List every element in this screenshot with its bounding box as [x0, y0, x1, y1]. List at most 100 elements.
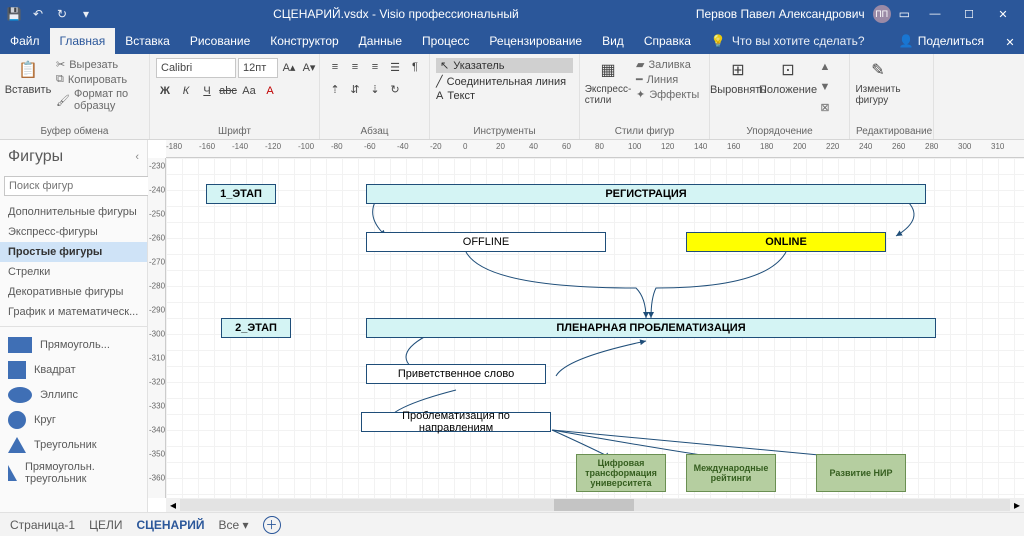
qat-more-icon[interactable]: ▾ — [76, 4, 96, 24]
shape-welcome[interactable]: Приветственное слово — [366, 364, 546, 384]
shape-dir2[interactable]: Международные рейтинги — [686, 454, 776, 492]
format-painter-button[interactable]: 🖌Формат по образцу — [56, 88, 143, 112]
font-size-select[interactable]: 12пт — [238, 58, 278, 78]
tab-review[interactable]: Рецензирование — [479, 28, 592, 54]
ellipse-icon — [8, 387, 32, 403]
text-tool[interactable]: AТекст — [436, 90, 573, 102]
shape-stage1[interactable]: 1_ЭТАП — [206, 184, 276, 204]
stencil-category[interactable]: График и математическ... — [0, 302, 147, 322]
close-button[interactable]: ✕ — [986, 0, 1020, 28]
shape-triangle[interactable]: Треугольник — [2, 433, 145, 457]
connector-tool[interactable]: ╱Соединительная линия — [436, 75, 573, 88]
shape-circle[interactable]: Круг — [2, 407, 145, 433]
redo-icon[interactable]: ↻ — [52, 4, 72, 24]
doc-close-button[interactable]: ✕ — [996, 28, 1024, 56]
pointer-tool[interactable]: ↖Указатель — [436, 58, 573, 73]
italic-button[interactable]: К — [177, 82, 195, 100]
align-right-icon[interactable]: ≡ — [366, 58, 384, 76]
stencil-category[interactable]: Простые фигуры — [0, 242, 147, 262]
undo-icon[interactable]: ↶ — [28, 4, 48, 24]
page-tab-3[interactable]: СЦЕНАРИЙ — [136, 518, 204, 532]
ribbon-display-icon[interactable]: ▭ — [899, 7, 910, 21]
shape-problem[interactable]: Проблематизация по направлениям — [361, 412, 551, 432]
align-center-icon[interactable]: ≡ — [346, 58, 364, 76]
strike-button[interactable]: abc — [219, 82, 237, 100]
shape-online[interactable]: ONLINE — [686, 232, 886, 252]
user-avatar[interactable]: ПП — [873, 5, 891, 23]
align-left-icon[interactable]: ≡ — [326, 58, 344, 76]
rtl-icon[interactable]: ¶ — [406, 58, 424, 76]
tab-draw[interactable]: Рисование — [180, 28, 260, 54]
position-button[interactable]: ⊡Положение — [766, 58, 810, 96]
tab-help[interactable]: Справка — [634, 28, 701, 54]
font-name-select[interactable]: Calibri — [156, 58, 236, 78]
scroll-left-icon[interactable]: ◂ — [166, 498, 180, 512]
vertical-ruler: -230-240-250-260-270-280-290-300-310-320… — [148, 158, 166, 498]
rotate-icon[interactable]: ↻ — [386, 80, 404, 98]
bring-front-icon[interactable]: ▲ — [816, 58, 834, 76]
scroll-right-icon[interactable]: ▸ — [1010, 498, 1024, 512]
shape-offline[interactable]: OFFLINE — [366, 232, 606, 252]
tab-home[interactable]: Главная — [50, 28, 116, 54]
shape-square[interactable]: Квадрат — [2, 357, 145, 383]
stencil-category[interactable]: Декоративные фигуры — [0, 282, 147, 302]
express-styles-button[interactable]: ▦ Экспресс-стили — [586, 58, 630, 106]
shape-plenary[interactable]: ПЛЕНАРНАЯ ПРОБЛЕМАТИЗАЦИЯ — [366, 318, 936, 338]
paste-button[interactable]: 📋 Вставить — [6, 58, 50, 96]
shape-rectangle[interactable]: Прямоуголь... — [2, 333, 145, 357]
page-tab-2[interactable]: ЦЕЛИ — [89, 518, 122, 532]
effects-button[interactable]: ✦Эффекты — [636, 88, 699, 101]
horizontal-scrollbar[interactable]: ◂ ▸ — [166, 498, 1024, 512]
shape-registration[interactable]: РЕГИСТРАЦИЯ — [366, 184, 926, 204]
copy-button[interactable]: ⧉Копировать — [56, 73, 143, 86]
group-shape-styles-title: Стили фигур — [586, 126, 703, 137]
shape-search-input[interactable] — [4, 176, 156, 196]
brush-icon: 🖌 — [56, 94, 70, 107]
underline-button[interactable]: Ч — [198, 82, 216, 100]
group-icon[interactable]: ⊠ — [816, 98, 834, 116]
group-tools-title: Инструменты — [436, 126, 573, 137]
position-icon: ⊡ — [776, 58, 800, 82]
valign-mid-icon[interactable]: ⇵ — [346, 80, 364, 98]
tab-design[interactable]: Конструктор — [260, 28, 348, 54]
share-button[interactable]: 👤 Поделиться — [887, 28, 996, 54]
tab-data[interactable]: Данные — [349, 28, 412, 54]
send-back-icon[interactable]: ▼ — [816, 78, 834, 96]
bullets-icon[interactable]: ☰ — [386, 58, 404, 76]
change-shape-button[interactable]: ✎Изменить фигуру — [856, 58, 900, 106]
collapse-icon[interactable]: ‹ — [135, 151, 139, 163]
shape-dir1[interactable]: Цифровая трансформация университета — [576, 454, 666, 492]
cut-button[interactable]: ✂Вырезать — [56, 58, 143, 71]
stencil-category[interactable]: Стрелки — [0, 262, 147, 282]
line-button[interactable]: ━Линия — [636, 73, 699, 86]
tab-insert[interactable]: Вставка — [115, 28, 180, 54]
increase-font-icon[interactable]: A▴ — [280, 58, 298, 76]
align-button[interactable]: ⊞Выровнять — [716, 58, 760, 96]
decrease-font-icon[interactable]: A▾ — [300, 58, 318, 76]
valign-bot-icon[interactable]: ⇣ — [366, 80, 384, 98]
shape-dir3[interactable]: Развитие НИР — [816, 454, 906, 492]
save-icon[interactable]: 💾 — [4, 4, 24, 24]
stencil-category[interactable]: Дополнительные фигуры — [0, 202, 147, 222]
add-page-button[interactable]: ＋ — [263, 516, 281, 534]
page-tab-1[interactable]: Страница-1 — [10, 518, 75, 532]
group-clipboard-title: Буфер обмена — [6, 126, 143, 137]
shape-right-triangle[interactable]: Прямоугольн. треугольник — [2, 457, 145, 489]
shape-ellipse[interactable]: Эллипс — [2, 383, 145, 407]
stencil-category[interactable]: Экспресс-фигуры — [0, 222, 147, 242]
page-tab-all[interactable]: Все ▾ — [218, 518, 248, 532]
shape-stage2[interactable]: 2_ЭТАП — [221, 318, 291, 338]
group-editing-title: Редактирование — [856, 126, 927, 137]
fill-button[interactable]: ▰Заливка — [636, 58, 699, 71]
font-color-button[interactable]: A — [261, 82, 279, 100]
tab-process[interactable]: Процесс — [412, 28, 479, 54]
maximize-button[interactable]: ☐ — [952, 0, 986, 28]
canvas[interactable]: 1_ЭТАП РЕГИСТРАЦИЯ OFFLINE ONLINE 2_ЭТАП… — [166, 158, 1024, 498]
tell-me[interactable]: 💡 Что вы хотите сделать? — [701, 28, 887, 54]
caps-button[interactable]: Aa — [240, 82, 258, 100]
tab-view[interactable]: Вид — [592, 28, 634, 54]
valign-top-icon[interactable]: ⇡ — [326, 80, 344, 98]
tab-file[interactable]: Файл — [0, 28, 50, 54]
minimize-button[interactable]: — — [918, 0, 952, 28]
bold-button[interactable]: Ж — [156, 82, 174, 100]
